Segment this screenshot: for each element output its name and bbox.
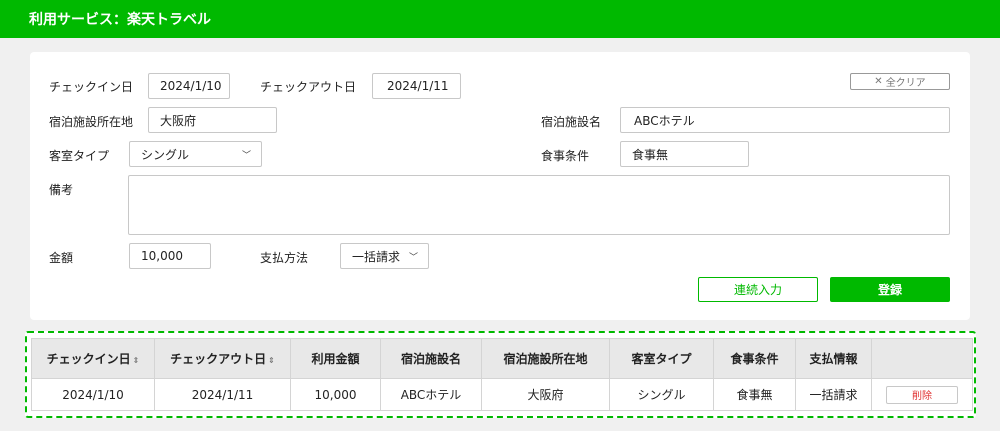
location-field[interactable]: 大阪府: [148, 107, 277, 133]
notes-label: 備考: [49, 183, 74, 197]
roomtype-label: 客室タイプ: [49, 149, 110, 163]
entry-form: チェックイン日 2024/1/10 チェックアウト日 2024/1/11 ✕ 全…: [30, 52, 970, 320]
cell-checkout: 2024/1/11: [154, 378, 291, 411]
column-header-actions: [871, 338, 973, 379]
facility-label: 宿泊施設名: [541, 115, 602, 129]
cell-facility: ABCホテル: [380, 378, 482, 411]
cell-checkin: 2024/1/10: [31, 378, 155, 411]
chevron-down-icon: ﹀: [408, 252, 418, 263]
cell-roomtype: シングル: [609, 378, 714, 411]
payment-label: 支払方法: [260, 251, 309, 265]
checkout-label: チェックアウト日: [260, 80, 357, 94]
cell-amount: 10,000: [290, 378, 381, 411]
results-table: チェックイン日 ⇕ チェックアウト日 ⇕ 利用金額 宿泊施設名 宿泊施設所在地 客室…: [31, 338, 973, 411]
checkin-label: チェックイン日: [49, 80, 134, 94]
column-header-roomtype: 客室タイプ: [609, 338, 714, 379]
cell-location: 大阪府: [481, 378, 610, 411]
page-title: 利用サービス：楽天トラベル: [29, 12, 211, 28]
amount-label: 金額: [49, 251, 74, 265]
meal-label: 食事条件: [541, 149, 590, 163]
app-header: 利用サービス：楽天トラベル: [0, 0, 1000, 38]
continuous-input-button[interactable]: 連続入力: [698, 277, 818, 302]
column-header-location: 宿泊施設所在地: [481, 338, 610, 379]
sort-icon: ⇕: [132, 356, 140, 365]
register-button[interactable]: 登録: [830, 277, 950, 302]
amount-field[interactable]: 10,000: [129, 243, 211, 269]
checkin-field[interactable]: 2024/1/10: [148, 73, 230, 99]
column-header-amount: 利用金額: [290, 338, 381, 379]
results-table-container: チェックイン日 ⇕ チェックアウト日 ⇕ 利用金額 宿泊施設名 宿泊施設所在地 客室…: [25, 331, 976, 418]
column-header-facility: 宿泊施設名: [380, 338, 482, 379]
column-header-checkout[interactable]: チェックアウト日 ⇕: [154, 338, 291, 379]
sort-icon: ⇕: [268, 356, 275, 365]
delete-button[interactable]: 削除: [886, 385, 958, 404]
cell-payment: 一括請求: [795, 378, 872, 411]
roomtype-value: シングル: [141, 147, 190, 162]
table-row: 2024/1/10 2024/1/11 10,000 ABCホテル 大阪府 シン…: [31, 378, 973, 411]
clear-all-label: 全クリア: [885, 78, 926, 89]
notes-textarea[interactable]: [128, 175, 950, 235]
payment-select[interactable]: 一括請求 ﹀: [340, 243, 429, 269]
cell-actions: 削除: [871, 378, 973, 411]
table-header-row: チェックイン日 ⇕ チェックアウト日 ⇕ 利用金額 宿泊施設名 宿泊施設所在地 客室…: [31, 338, 973, 379]
chevron-down-icon: ﹀: [241, 150, 251, 161]
column-header-meal: 食事条件: [713, 338, 796, 379]
location-label: 宿泊施設所在地: [49, 115, 134, 129]
checkout-field[interactable]: 2024/1/11: [372, 73, 461, 99]
app: 利用サービス：楽天トラベル チェックイン日 2024/1/10 チェックアウト日…: [0, 0, 1000, 431]
payment-value: 一括請求: [352, 249, 401, 264]
meal-field[interactable]: 食事無: [620, 141, 749, 167]
facility-field[interactable]: ABCホテル: [620, 107, 950, 133]
clear-all-button[interactable]: ✕ 全クリア: [850, 73, 950, 90]
close-icon: ✕: [874, 76, 883, 87]
roomtype-select[interactable]: シングル ﹀: [129, 141, 262, 167]
column-header-payment: 支払情報: [795, 338, 872, 379]
cell-meal: 食事無: [713, 378, 796, 411]
column-header-checkin[interactable]: チェックイン日 ⇕: [31, 338, 155, 379]
